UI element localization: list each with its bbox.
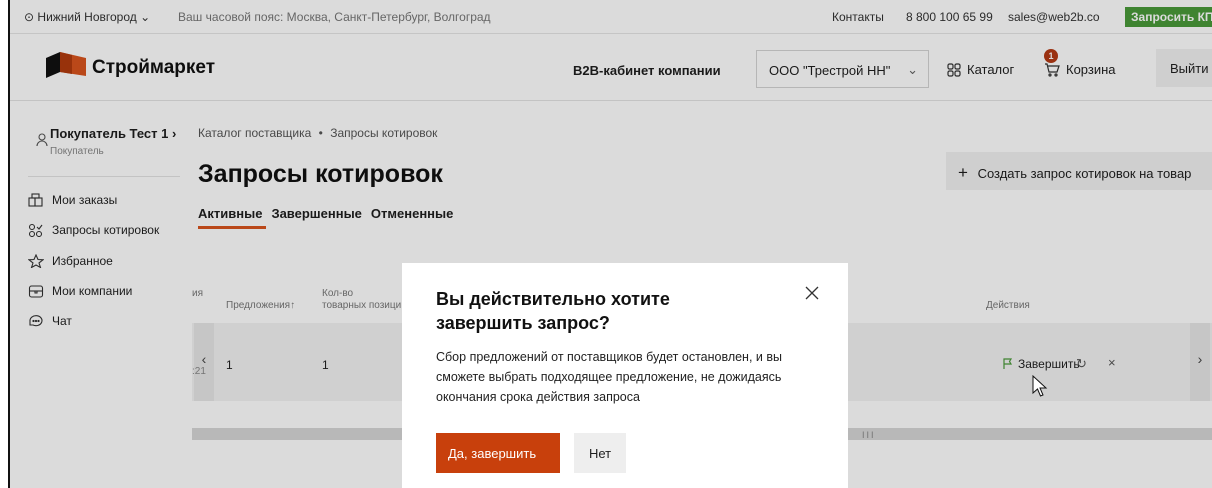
dialog-body: Сбор предложений от поставщиков будет ос… [436, 350, 782, 404]
confirm-yes-button[interactable]: Да, завершить [436, 433, 560, 473]
dialog-title: Вы действительно хотите завершить запрос… [436, 289, 670, 333]
mouse-cursor-icon [1032, 375, 1048, 397]
close-icon[interactable] [804, 285, 820, 301]
confirm-dialog: Вы действительно хотите завершить запрос… [402, 263, 848, 488]
app-frame: ⊙ Нижний Новгород ⌄ Ваш часовой пояс: Мо… [8, 0, 1212, 488]
confirm-no-button[interactable]: Нет [574, 433, 626, 473]
